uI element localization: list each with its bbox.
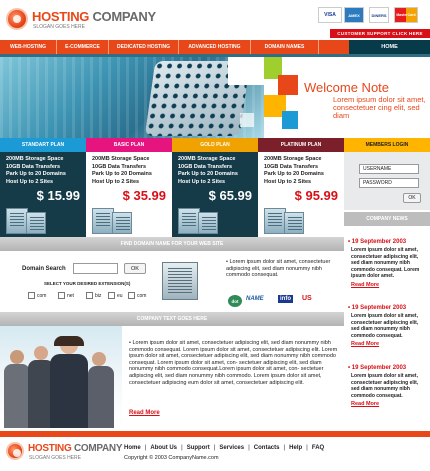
password-field[interactable]: PASSWORD	[359, 178, 419, 188]
plan-price: $ 65.99	[208, 188, 252, 203]
footer-link-contacts[interactable]: Contacts	[254, 445, 280, 451]
plan-gold: 200MB Storage Space 10GB Data Transfers …	[172, 152, 258, 237]
logo-icon	[6, 8, 28, 30]
plan-price: $ 15.99	[36, 188, 80, 203]
extension-biz[interactable]: biz	[86, 292, 101, 299]
server-icon	[264, 208, 286, 234]
checkbox[interactable]	[58, 292, 65, 299]
name-logo: NAME	[246, 296, 264, 302]
footer-link-services[interactable]: Services	[219, 445, 244, 451]
nav-dedicated-hosting[interactable]: DEDICATED HOSTING	[109, 40, 179, 54]
extension-com-2[interactable]: com	[128, 292, 146, 299]
domain-ok-button[interactable]: OK	[124, 263, 146, 274]
footer-link-help[interactable]: Help	[289, 445, 302, 451]
plan-standart: 200MB Storage Space 10GB Data Transfers …	[0, 152, 86, 237]
logo-slogan: SLOGAN GOES HERE	[33, 24, 85, 30]
domain-description: • Lorem ipsum dolor sit amet, consectetu…	[226, 259, 331, 278]
business-people-image	[0, 326, 122, 428]
nav-web-hosting[interactable]: WEB-HOSTING	[0, 40, 57, 54]
dot-logo: dot	[228, 295, 242, 307]
news-item: • 19 September 2003 Lorem ipsum dolor si…	[348, 365, 428, 407]
members-login-title: MEMBERS LOGIN	[344, 138, 430, 152]
checkbox[interactable]	[108, 292, 115, 299]
login-ok-button[interactable]: OK	[403, 193, 421, 203]
visa-icon: VISA	[318, 7, 342, 23]
plan-price: $ 95.99	[294, 188, 338, 203]
plan-platinum-header[interactable]: PLATINUM PLAN	[258, 138, 344, 152]
footer-bar	[0, 431, 430, 437]
info-logo: info	[278, 295, 293, 303]
server-icon	[178, 208, 200, 234]
plan-standart-header[interactable]: STANDART PLAN	[0, 138, 86, 152]
logo-icon	[6, 442, 24, 460]
company-read-more-link[interactable]: Read More	[129, 410, 160, 416]
plan-price: $ 35.99	[122, 188, 166, 203]
domain-search-input[interactable]	[73, 263, 118, 274]
plan-basic-header[interactable]: BASIC PLAN	[86, 138, 172, 152]
payment-icons: VISA AMEX DINERS MasterCard	[318, 7, 426, 27]
checkbox[interactable]	[128, 292, 135, 299]
footer-link-home[interactable]: Home	[124, 445, 141, 451]
news-item: • 19 September 2003 Lorem ipsum dolor si…	[348, 305, 428, 347]
domain-search-title: FIND DOMAIN NAME FOR YOUR WEB SITE	[0, 237, 344, 251]
news-date: • 19 September 2003	[348, 305, 407, 311]
checkbox[interactable]	[28, 292, 35, 299]
mastercard-icon: MasterCard	[394, 7, 418, 23]
company-text-title: COMPANY TEXT GOES HERE	[0, 312, 344, 326]
footer-link-faq[interactable]: FAQ	[312, 445, 324, 451]
news-column: • 19 September 2003 Lorem ipsum dolor si…	[344, 226, 430, 431]
amex-icon: AMEX	[344, 7, 364, 23]
news-read-more-link[interactable]: Read More	[348, 282, 428, 288]
domain-search-label: Domain Search	[22, 266, 66, 272]
nav-e-commerce[interactable]: E-COMMERCE	[57, 40, 109, 54]
server-icon	[92, 208, 114, 234]
logo-title: HOSTING COMPANY	[32, 9, 156, 24]
news-date: • 19 September 2003	[348, 365, 407, 371]
plan-gold-header[interactable]: GOLD PLAN	[172, 138, 258, 152]
extensions-title: SELECT YOUR DESIRED EXTENSION(S)	[44, 281, 131, 286]
server-image	[162, 262, 198, 300]
server-icon	[112, 212, 132, 234]
plan-basic: 200MB Storage Space 10GB Data Transfers …	[86, 152, 172, 237]
server-icon	[198, 212, 218, 234]
deco-square-orange	[278, 75, 298, 95]
extension-net[interactable]: net	[58, 292, 74, 299]
footer-link-support[interactable]: Support	[187, 445, 210, 451]
extension-eu[interactable]: eu	[108, 292, 123, 299]
plan-platinum: 200MB Storage Space 10GB Data Transfers …	[258, 152, 344, 237]
news-item: • 19 September 2003 Lorem ipsum dolor si…	[348, 239, 428, 288]
news-read-more-link[interactable]: Read More	[348, 401, 428, 407]
company-news-title: COMPANY NEWS	[344, 212, 430, 226]
nav-advanced-hosting[interactable]: ADVANCED HOSTING	[179, 40, 251, 54]
copyright: Copyright © 2003 CompanyName.com	[124, 455, 219, 461]
diners-icon: DINERS	[369, 7, 389, 23]
server-icon	[26, 212, 46, 234]
logo[interactable]: HOSTING COMPANY SLOGAN GOES HERE	[6, 8, 156, 34]
welcome-title: Welcome Note	[304, 80, 390, 95]
news-date: • 19 September 2003	[348, 239, 407, 245]
news-read-more-link[interactable]: Read More	[348, 341, 428, 347]
deco-square-blue	[282, 111, 298, 129]
nav-home[interactable]: HOME	[349, 40, 430, 54]
server-icon	[6, 208, 28, 234]
company-description: • Lorem ipsum dolor sit amet, consectetu…	[129, 340, 338, 386]
welcome-text: Lorem ipsum dolor sit amet, consectetuer…	[333, 95, 426, 120]
footer-links: Home | About Us | Support | Services | Conta…	[124, 445, 325, 451]
extension-com[interactable]: com	[28, 292, 46, 299]
footer-logo[interactable]: HOSTING COMPANY SLOGAN GOES HERE	[6, 442, 126, 466]
server-icon	[284, 212, 304, 234]
username-field[interactable]: USERNAME	[359, 164, 419, 174]
customer-support-link[interactable]: CUSTOMER SUPPORT CLICK HERE	[330, 29, 430, 38]
checkbox[interactable]	[86, 292, 93, 299]
nav-domain-names[interactable]: DOMAIN NAMES	[251, 40, 319, 54]
footer-link-about-us[interactable]: About Us	[150, 445, 177, 451]
us-logo: US	[302, 295, 312, 302]
